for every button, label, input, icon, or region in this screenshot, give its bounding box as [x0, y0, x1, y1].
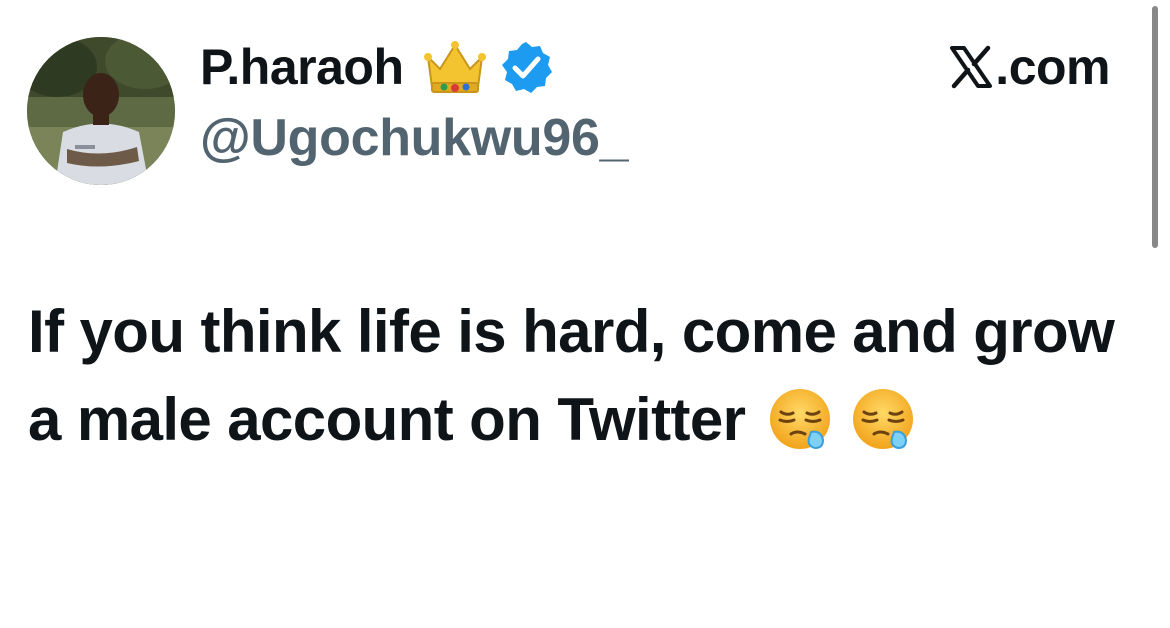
crown-icon: [422, 37, 488, 97]
scrollbar[interactable]: [1152, 6, 1158, 248]
tweet-text: If you think life is hard, come and grow…: [28, 288, 1138, 464]
tweet-text-content: If you think life is hard, come and grow…: [28, 298, 1115, 453]
sleepy-face-emoji: [767, 386, 833, 452]
sleepy-face-emoji: [850, 386, 916, 452]
handle[interactable]: @Ugochukwu96_: [200, 112, 629, 164]
brand-domain: .com: [995, 39, 1110, 95]
display-name-row: P.haraoh: [200, 34, 554, 100]
verified-badge-icon[interactable]: [498, 39, 554, 95]
brand-logo: .com: [949, 34, 1110, 100]
tweet-card: P.haraoh @Ugochukwu96_ .com If you think…: [0, 0, 1170, 628]
avatar[interactable]: [27, 37, 175, 185]
x-logo-icon: [949, 45, 993, 89]
display-name[interactable]: P.haraoh: [200, 42, 404, 92]
